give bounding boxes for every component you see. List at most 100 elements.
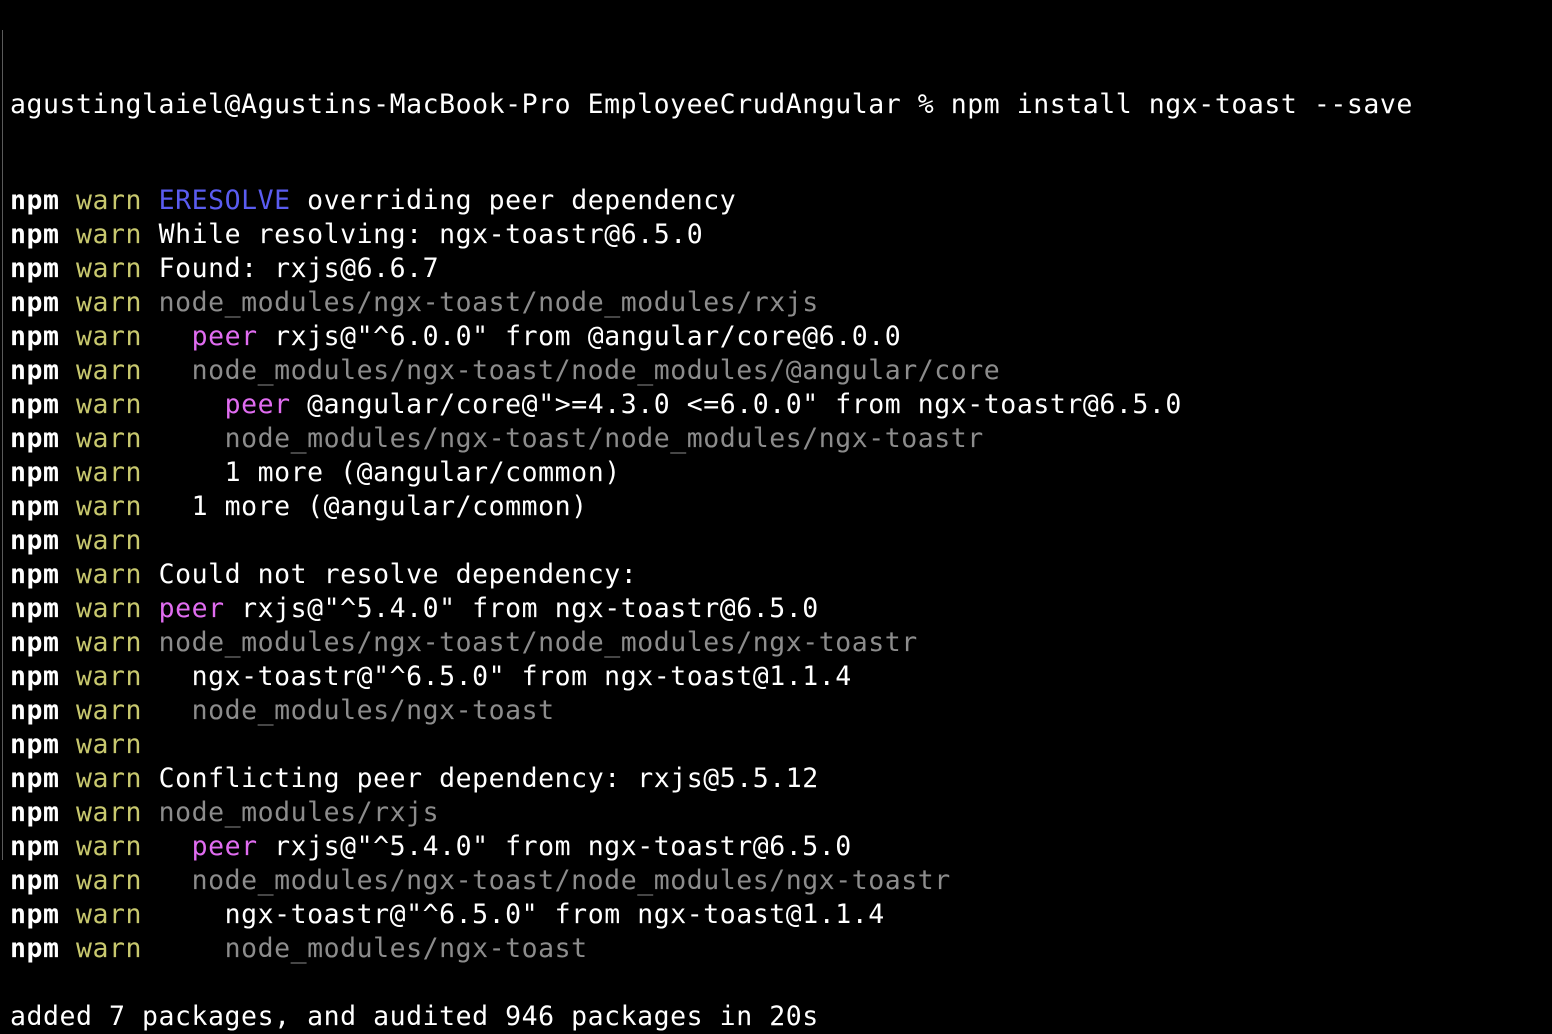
warn-label: warn	[76, 865, 143, 896]
npm-label: npm	[10, 389, 60, 420]
peer-keyword: peer	[224, 389, 291, 420]
npm-warn-line: npm warn peer rxjs@"^5.4.0" from ngx-toa…	[10, 592, 1413, 626]
npm-label: npm	[10, 865, 60, 896]
npm-warn-line: npm warn node_modules/ngx-toast/node_mod…	[10, 286, 1413, 320]
warn-label: warn	[76, 491, 143, 522]
warn-message-text: Found: rxjs@6.6.7	[158, 253, 440, 284]
npm-label: npm	[10, 491, 60, 522]
npm-warn-line: npm warn 1 more (@angular/common)	[10, 456, 1413, 490]
peer-keyword: peer	[158, 593, 225, 624]
module-path-text: node_modules/rxjs	[158, 797, 440, 828]
warn-label: warn	[76, 253, 143, 284]
warn-message-text: Could not resolve dependency:	[158, 559, 638, 590]
npm-warn-line: npm warn	[10, 524, 1413, 558]
module-path-text: node_modules/ngx-toast/node_modules/rxjs	[158, 287, 819, 318]
npm-warn-line: npm warn ngx-toastr@"^6.5.0" from ngx-to…	[10, 898, 1413, 932]
warn-message-text: 1 more (@angular/common)	[191, 491, 588, 522]
npm-warn-line: npm warn node_modules/ngx-toast/node_mod…	[10, 422, 1413, 456]
npm-label: npm	[10, 457, 60, 488]
warn-message-text: rxjs@"^5.4.0" from ngx-toastr@6.5.0	[257, 831, 852, 862]
npm-label: npm	[10, 797, 60, 828]
warn-label: warn	[76, 423, 143, 454]
terminal-window[interactable]: agustinglaiel@Agustins-MacBook-Pro Emplo…	[0, 0, 1552, 1032]
warn-message-text: While resolving: ngx-toastr@6.5.0	[158, 219, 704, 250]
warn-label: warn	[76, 525, 143, 556]
npm-label: npm	[10, 559, 60, 590]
warn-label: warn	[76, 355, 143, 386]
terminal-output: agustinglaiel@Agustins-MacBook-Pro Emplo…	[10, 26, 1413, 1034]
warn-message-text: Conflicting peer dependency: rxjs@5.5.12	[158, 763, 819, 794]
npm-label: npm	[10, 321, 60, 352]
npm-warn-line: npm warn node_modules/ngx-toast/node_mod…	[10, 626, 1413, 660]
npm-warn-line: npm warn While resolving: ngx-toastr@6.5…	[10, 218, 1413, 252]
npm-warn-line: npm warn node_modules/rxjs	[10, 796, 1413, 830]
warn-label: warn	[76, 219, 143, 250]
warn-label: warn	[76, 389, 143, 420]
warn-label: warn	[76, 933, 143, 964]
npm-warn-line: npm warn node_modules/ngx-toast	[10, 932, 1413, 966]
warn-label: warn	[76, 593, 143, 624]
npm-warn-line: npm warn	[10, 728, 1413, 762]
npm-warn-line: npm warn Found: rxjs@6.6.7	[10, 252, 1413, 286]
module-path-text: node_modules/ngx-toast/node_modules/@ang…	[191, 355, 1001, 386]
npm-warn-line: npm warn 1 more (@angular/common)	[10, 490, 1413, 524]
warn-label: warn	[76, 661, 143, 692]
module-path-text: node_modules/ngx-toast/node_modules/ngx-…	[191, 865, 951, 896]
npm-label: npm	[10, 185, 60, 216]
npm-label: npm	[10, 899, 60, 930]
module-path-text: node_modules/ngx-toast	[191, 695, 555, 726]
warn-message-text: overriding peer dependency	[290, 185, 737, 216]
npm-label: npm	[10, 287, 60, 318]
peer-keyword: peer	[191, 831, 258, 862]
warn-label: warn	[76, 627, 143, 658]
npm-label: npm	[10, 593, 60, 624]
npm-warn-line: npm warn ERESOLVE overriding peer depend…	[10, 184, 1413, 218]
warn-label: warn	[76, 763, 143, 794]
install-summary-line: added 7 packages, and audited 946 packag…	[10, 1001, 819, 1032]
npm-label: npm	[10, 627, 60, 658]
npm-label: npm	[10, 525, 60, 556]
npm-label: npm	[10, 423, 60, 454]
warn-message-text: @angular/core@">=4.3.0 <=6.0.0" from ngx…	[290, 389, 1182, 420]
npm-label: npm	[10, 661, 60, 692]
npm-warn-line: npm warn Could not resolve dependency:	[10, 558, 1413, 592]
warn-label: warn	[76, 831, 143, 862]
warn-label: warn	[76, 695, 143, 726]
module-path-text: node_modules/ngx-toast/node_modules/ngx-…	[158, 627, 918, 658]
warn-label: warn	[76, 321, 143, 352]
command-prompt-line: agustinglaiel@Agustins-MacBook-Pro Emplo…	[10, 89, 1413, 120]
npm-label: npm	[10, 219, 60, 250]
warn-label: warn	[76, 729, 143, 760]
module-path-text: node_modules/ngx-toast/node_modules/ngx-…	[224, 423, 984, 454]
warn-label: warn	[76, 287, 143, 318]
warn-message-text: rxjs@"^5.4.0" from ngx-toastr@6.5.0	[224, 593, 819, 624]
warn-label: warn	[76, 899, 143, 930]
npm-label: npm	[10, 763, 60, 794]
terminal-left-edge	[2, 30, 3, 860]
npm-warn-line: npm warn peer @angular/core@">=4.3.0 <=6…	[10, 388, 1413, 422]
module-path-text: node_modules/ngx-toast	[224, 933, 588, 964]
npm-warn-line: npm warn peer rxjs@"^6.0.0" from @angula…	[10, 320, 1413, 354]
peer-keyword: peer	[191, 321, 258, 352]
npm-warn-line: npm warn peer rxjs@"^5.4.0" from ngx-toa…	[10, 830, 1413, 864]
npm-label: npm	[10, 695, 60, 726]
npm-label: npm	[10, 729, 60, 760]
warn-label: warn	[76, 457, 143, 488]
npm-warn-line: npm warn node_modules/ngx-toast/node_mod…	[10, 864, 1413, 898]
warn-label: warn	[76, 185, 143, 216]
warn-message-text: ngx-toastr@"^6.5.0" from ngx-toast@1.1.4	[224, 899, 885, 930]
npm-label: npm	[10, 253, 60, 284]
warn-message-text: ngx-toastr@"^6.5.0" from ngx-toast@1.1.4	[191, 661, 852, 692]
npm-label: npm	[10, 831, 60, 862]
eresolve-keyword: ERESOLVE	[158, 185, 291, 216]
warn-message-text: rxjs@"^6.0.0" from @angular/core@6.0.0	[257, 321, 902, 352]
npm-warn-line: npm warn node_modules/ngx-toast	[10, 694, 1413, 728]
npm-warn-line: npm warn Conflicting peer dependency: rx…	[10, 762, 1413, 796]
npm-warn-line: npm warn node_modules/ngx-toast/node_mod…	[10, 354, 1413, 388]
npm-label: npm	[10, 933, 60, 964]
warn-label: warn	[76, 797, 143, 828]
npm-label: npm	[10, 355, 60, 386]
warn-message-text: 1 more (@angular/common)	[224, 457, 621, 488]
npm-warn-line: npm warn ngx-toastr@"^6.5.0" from ngx-to…	[10, 660, 1413, 694]
